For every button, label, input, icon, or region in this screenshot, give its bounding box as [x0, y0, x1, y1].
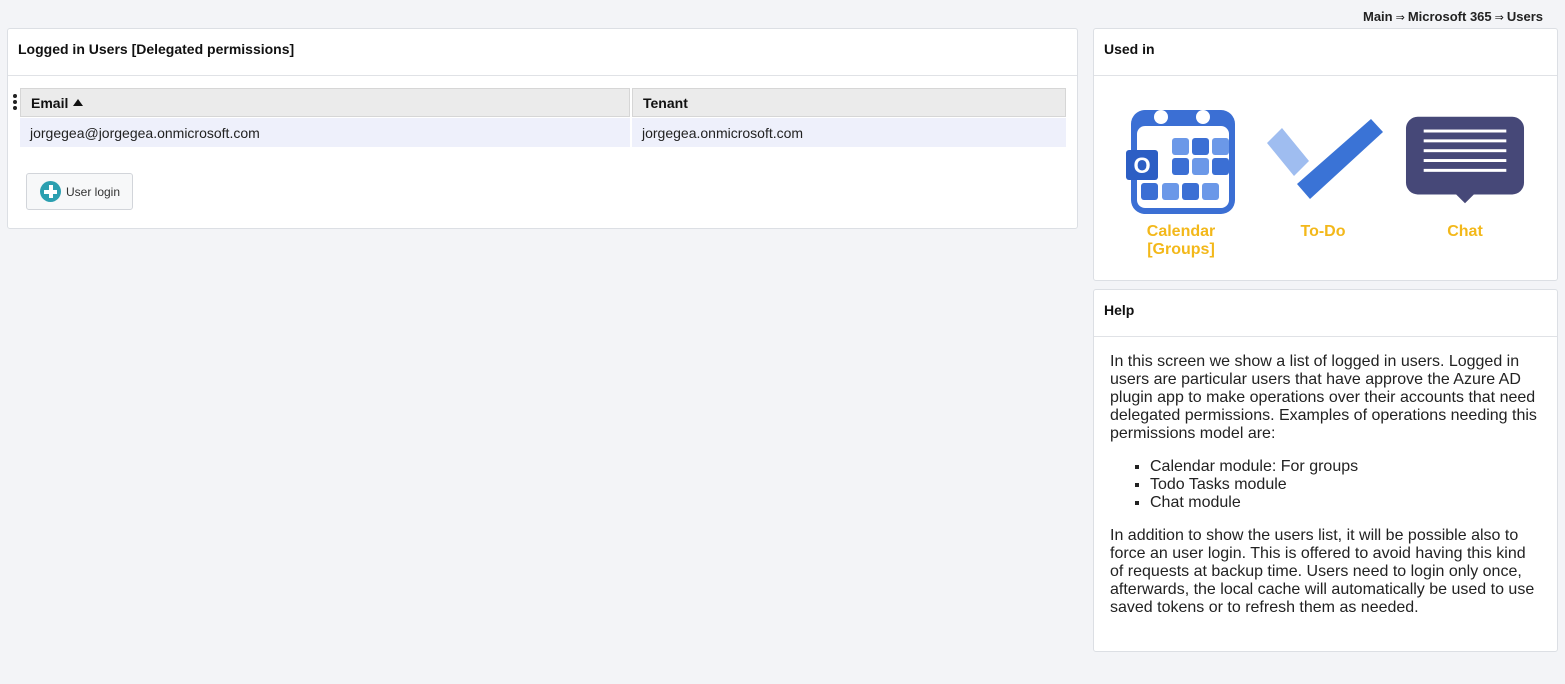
svg-text:O: O — [1133, 153, 1150, 178]
column-header-tenant-label: Tenant — [643, 94, 688, 111]
todo-check-icon — [1263, 107, 1383, 217]
breadcrumb-main[interactable]: Main — [1363, 9, 1393, 24]
module-todo-label: To-Do — [1300, 223, 1346, 240]
add-icon — [40, 181, 61, 202]
column-menu-icon[interactable] — [13, 94, 19, 112]
column-header-email-label: Email — [31, 94, 69, 111]
column-header-tenant[interactable]: Tenant — [632, 88, 1066, 117]
module-calendar-label: Calendar [Groups] — [1146, 223, 1216, 258]
outlook-calendar-icon: O — [1121, 107, 1241, 217]
list-item: Calendar module: For groups — [1150, 458, 1541, 476]
breadcrumb-microsoft365[interactable]: Microsoft 365 — [1408, 9, 1492, 24]
breadcrumb-separator: ⇒ — [1494, 12, 1504, 24]
help-intro: In this screen we show a list of logged … — [1110, 353, 1537, 442]
breadcrumb: Main ⇒ Microsoft 365 ⇒ Users — [1363, 9, 1543, 24]
table-row[interactable]: jorgegea@jorgegea.onmicrosoft.com jorgeg… — [20, 118, 1066, 147]
cell-tenant[interactable]: jorgegea.onmicrosoft.com — [632, 118, 1066, 147]
sort-ascending-icon — [73, 99, 84, 106]
users-panel: Logged in Users [Delegated permissions] … — [7, 28, 1078, 229]
breadcrumb-separator: ⇒ — [1395, 12, 1405, 24]
used-in-panel: Used in O Calendar [Groups] To-Do Chat — [1093, 28, 1558, 281]
users-panel-title: Logged in Users [Delegated permissions] — [8, 29, 1077, 76]
column-header-email[interactable]: Email — [20, 88, 630, 117]
users-table: Email Tenant jorgegea@jorgegea.onmicroso… — [13, 88, 1066, 147]
cell-email[interactable]: jorgegea@jorgegea.onmicrosoft.com — [20, 118, 630, 147]
user-login-label: User login — [66, 184, 121, 199]
module-chat[interactable]: Chat — [1405, 107, 1525, 241]
help-title: Help — [1094, 290, 1557, 337]
module-chat-label: Chat — [1447, 223, 1483, 240]
module-todo[interactable]: To-Do — [1263, 107, 1383, 241]
help-body: In this screen we show a list of logged … — [1094, 337, 1557, 617]
chat-bubble-icon — [1405, 107, 1525, 217]
module-calendar-groups[interactable]: O Calendar [Groups] — [1121, 107, 1241, 259]
help-outro: In addition to show the users list, it w… — [1110, 527, 1535, 616]
help-panel: Help In this screen we show a list of lo… — [1093, 289, 1558, 652]
used-in-title: Used in — [1094, 29, 1557, 76]
list-item: Todo Tasks module — [1150, 476, 1541, 494]
list-item: Chat module — [1150, 494, 1541, 512]
user-login-button[interactable]: User login — [26, 173, 133, 210]
breadcrumb-users: Users — [1506, 9, 1543, 24]
table-header: Email Tenant — [20, 88, 1066, 117]
help-list: Calendar module: For groups Todo Tasks m… — [1110, 458, 1541, 512]
